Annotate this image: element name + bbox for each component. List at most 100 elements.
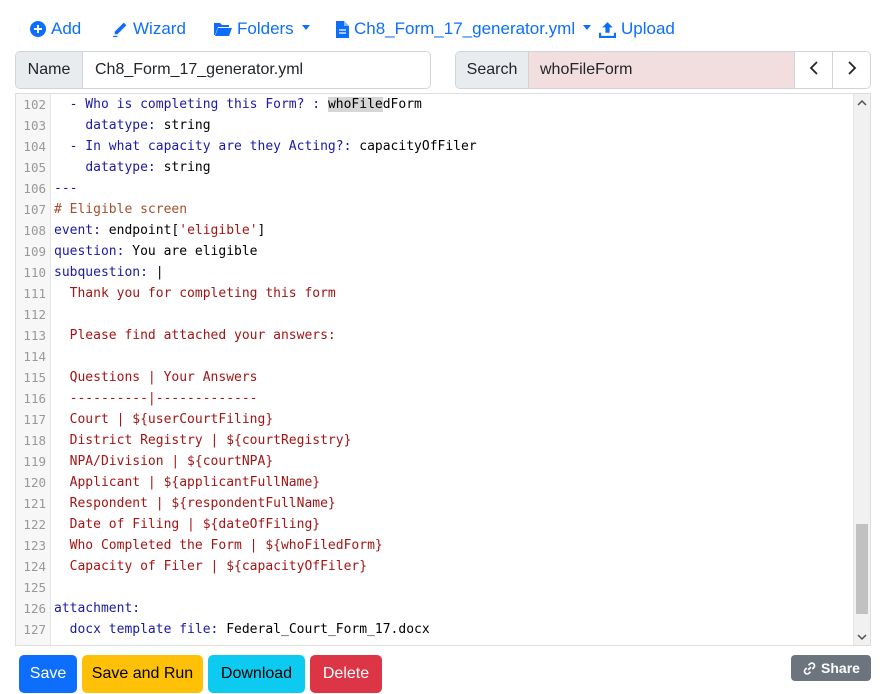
code-line[interactable]: 124 Capacity of Filer | ${capacityOfFile… [16,556,852,577]
line-number: 117 [23,412,46,427]
upload-button[interactable]: Upload [599,14,675,44]
line-number: 102 [23,97,46,112]
line-number: 112 [23,307,46,322]
line-text: Please find attached your answers: [69,328,336,343]
search-label: Search [456,52,529,88]
folders-dropdown[interactable]: Folders [213,14,310,44]
line-text: Applicant | ${applicantFullName} [69,475,321,490]
line-number: 120 [23,475,46,490]
line-text: Questions | Your Answers [69,370,258,385]
add-button[interactable]: Add [30,14,81,44]
line-text: Who Completed the Form | ${whoFiledForm} [69,538,383,553]
line-number: 114 [23,349,46,364]
code-line[interactable]: 106 --- [16,178,852,199]
code-editor[interactable]: 102 - Who is completing this Form? : who… [15,93,871,646]
search-input[interactable] [529,52,794,88]
wizard-label: Wizard [133,19,186,38]
scroll-up-icon[interactable] [854,94,870,110]
code-line[interactable]: 108 event: endpoint['eligible'] [16,220,852,241]
chevron-left-icon [809,60,819,81]
code-line[interactable]: 122 Date of Filing | ${dateOfFiling} [16,514,852,535]
share-label: Share [821,660,860,676]
line-text: datatype: string [85,118,211,133]
code-line[interactable]: 114 [16,346,852,367]
line-number: 124 [23,559,46,574]
name-label: Name [16,52,83,88]
code-line[interactable]: 113 Please find attached your answers: [16,325,852,346]
line-text: # Eligible screen [54,202,188,217]
line-text: Thank you for completing this form [69,286,336,301]
vertical-scrollbar[interactable] [853,94,870,645]
code-line[interactable]: 112 [16,304,852,325]
code-line[interactable]: 126 attachment: [16,598,852,619]
chevron-right-icon [847,60,857,81]
scrollbar-thumb[interactable] [856,524,868,614]
code-line[interactable]: 117 Court | ${userCourtFiling} [16,409,852,430]
line-number: 106 [23,181,46,196]
code-line[interactable]: 103 datatype: string [16,115,852,136]
file-icon [336,20,349,38]
code-line[interactable]: 102 - Who is completing this Form? : who… [16,94,852,115]
line-number: 104 [23,139,46,154]
line-number: 107 [23,202,46,217]
name-input[interactable] [83,52,430,88]
line-number: 126 [23,601,46,616]
line-text: Court | ${userCourtFiling} [69,412,274,427]
line-text: attachment: [54,601,141,616]
code-line[interactable]: 120 Applicant | ${applicantFullName} [16,472,852,493]
chevron-down-icon [301,25,310,30]
line-number: 118 [23,433,46,448]
save-and-run-button[interactable]: Save and Run [82,655,203,693]
code-line[interactable]: 125 [16,577,852,598]
line-text: - In what capacity are they Acting?: cap… [69,139,477,154]
code-line[interactable]: 116 ----------|------------- [16,388,852,409]
search-next-button[interactable] [832,52,870,88]
line-text: Date of Filing | ${dateOfFiling} [69,517,321,532]
line-number: 110 [23,265,46,280]
code-line[interactable]: 109 question: You are eligible [16,241,852,262]
code-line[interactable]: 123 Who Completed the Form | ${whoFiledF… [16,535,852,556]
scroll-down-icon[interactable] [854,629,870,645]
line-number: 103 [23,118,46,133]
line-text: question: You are eligible [54,244,258,259]
file-label: Ch8_Form_17_generator.yml [354,19,576,38]
line-number: 113 [23,328,46,343]
folders-label: Folders [237,19,294,38]
share-button[interactable]: Share [791,655,871,681]
line-text: ----------|------------- [69,391,258,406]
code-line[interactable]: 111 Thank you for completing this form [16,283,852,304]
delete-button[interactable]: Delete [310,655,382,693]
search-previous-button[interactable] [794,52,832,88]
code-line[interactable]: 119 NPA/Division | ${courtNPA} [16,451,852,472]
line-text: - Who is completing this Form? : whoFile… [69,97,422,112]
search-input-group: Search [455,51,871,89]
code-content[interactable]: 102 - Who is completing this Form? : who… [16,94,852,640]
line-text: datatype: string [85,160,211,175]
line-text: --- [54,181,78,196]
code-line[interactable]: 104 - In what capacity are they Acting?:… [16,136,852,157]
upload-label: Upload [621,19,675,38]
line-number: 109 [23,244,46,259]
code-line[interactable]: 127 docx template file: Federal_Court_Fo… [16,619,852,640]
save-button[interactable]: Save [19,655,77,693]
chevron-down-icon [583,25,592,30]
line-text: docx template file: Federal_Court_Form_1… [69,622,430,637]
code-line[interactable]: 105 datatype: string [16,157,852,178]
line-text: NPA/Division | ${courtNPA} [69,454,274,469]
code-line[interactable]: 121 Respondent | ${respondentFullName} [16,493,852,514]
code-line[interactable]: 115 Questions | Your Answers [16,367,852,388]
name-input-group: Name [15,51,431,89]
code-line[interactable]: 118 District Registry | ${courtRegistry} [16,430,852,451]
wizard-button[interactable]: Wizard [111,14,186,44]
file-dropdown[interactable]: Ch8_Form_17_generator.yml [336,14,592,44]
line-text: event: endpoint['eligible'] [54,223,266,238]
top-toolbar: Add Wizard Folders Ch8_Form_17_generator… [0,14,886,44]
pencil-icon [111,21,128,38]
line-text: subquestion: | [54,265,164,280]
download-button[interactable]: Download [208,655,305,693]
link-icon [802,661,817,676]
line-number: 116 [23,391,46,406]
code-line[interactable]: 110 subquestion: | [16,262,852,283]
code-line[interactable]: 107 # Eligible screen [16,199,852,220]
line-number: 111 [23,286,46,301]
